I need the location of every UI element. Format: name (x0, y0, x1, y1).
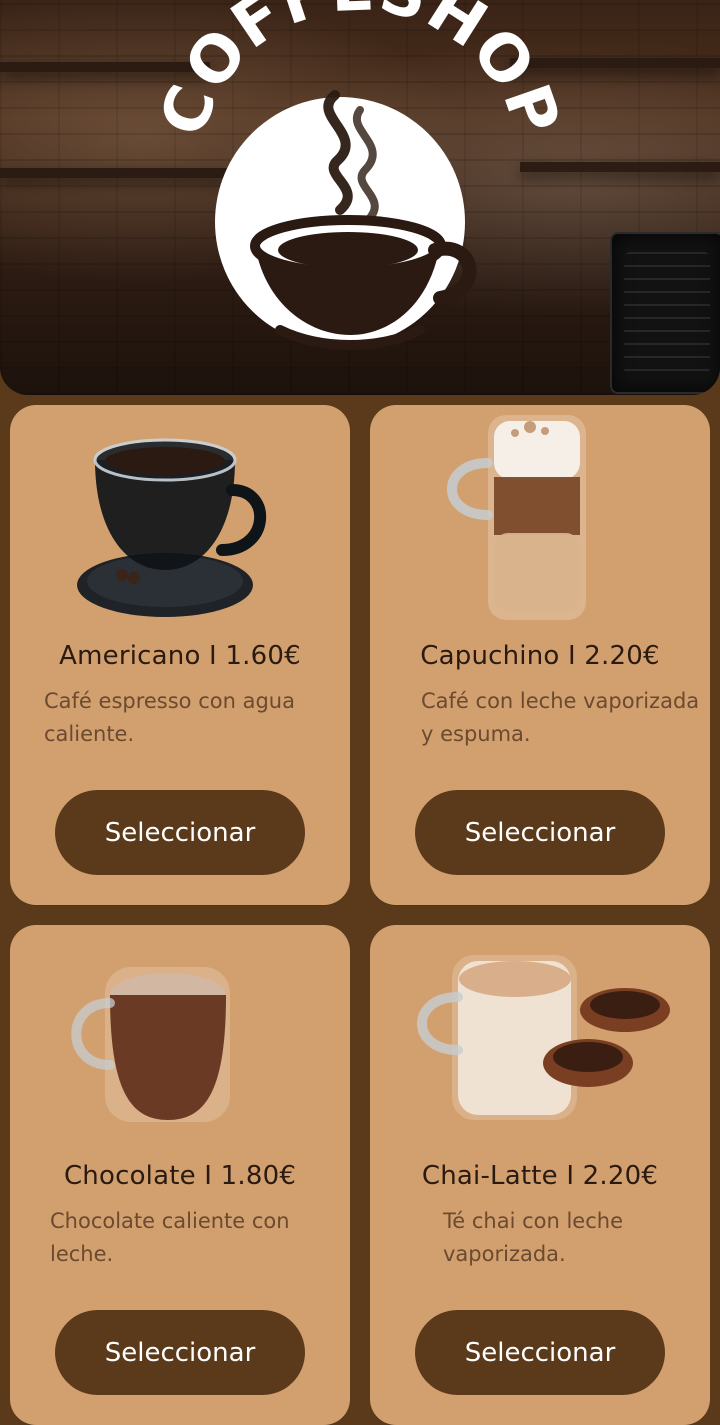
chai-latte-mug-icon (417, 955, 670, 1120)
chalkboard-menu (610, 232, 720, 394)
product-image (370, 925, 710, 1160)
product-title: Capuchino I 2.20€ (420, 641, 660, 671)
product-image (370, 405, 710, 640)
select-button[interactable]: Seleccionar (55, 790, 305, 875)
product-card-capuchino: Capuchino I 2.20€ Café con leche vaporiz… (370, 405, 710, 905)
latte-glass-icon (447, 415, 586, 620)
coffeeshop-logo-svg: COFFESHOP (146, 0, 573, 350)
select-button[interactable]: Seleccionar (415, 1310, 665, 1395)
product-title: Chai-Latte I 2.20€ (421, 1161, 659, 1191)
product-image (10, 405, 350, 640)
product-title: Chocolate I 1.80€ (63, 1161, 297, 1191)
product-card-chocolate: Chocolate I 1.80€ Chocolate caliente con… (10, 925, 350, 1425)
product-card-americano: Americano I 1.60€ Café espresso con agua… (10, 405, 350, 905)
product-image (10, 925, 350, 1160)
product-description: Té chai con leche vaporizada. (443, 1209, 623, 1266)
product-description: Café con leche vaporizada y espuma. (421, 689, 700, 746)
select-button[interactable]: Seleccionar (55, 1310, 305, 1395)
espresso-cup-icon (77, 438, 267, 617)
product-description: Chocolate caliente con leche. (50, 1209, 290, 1266)
product-card-chai-latte: Chai-Latte I 2.20€ Té chai con leche vap… (370, 925, 710, 1425)
coffeeshop-logo: COFFESHOP (146, 0, 573, 390)
header-hero: COFFESHOP (0, 0, 720, 395)
hot-chocolate-mug-icon (71, 967, 230, 1122)
product-title: Americano I 1.60€ (59, 641, 301, 671)
select-button[interactable]: Seleccionar (415, 790, 665, 875)
product-description: Café espresso con agua caliente. (44, 689, 295, 746)
